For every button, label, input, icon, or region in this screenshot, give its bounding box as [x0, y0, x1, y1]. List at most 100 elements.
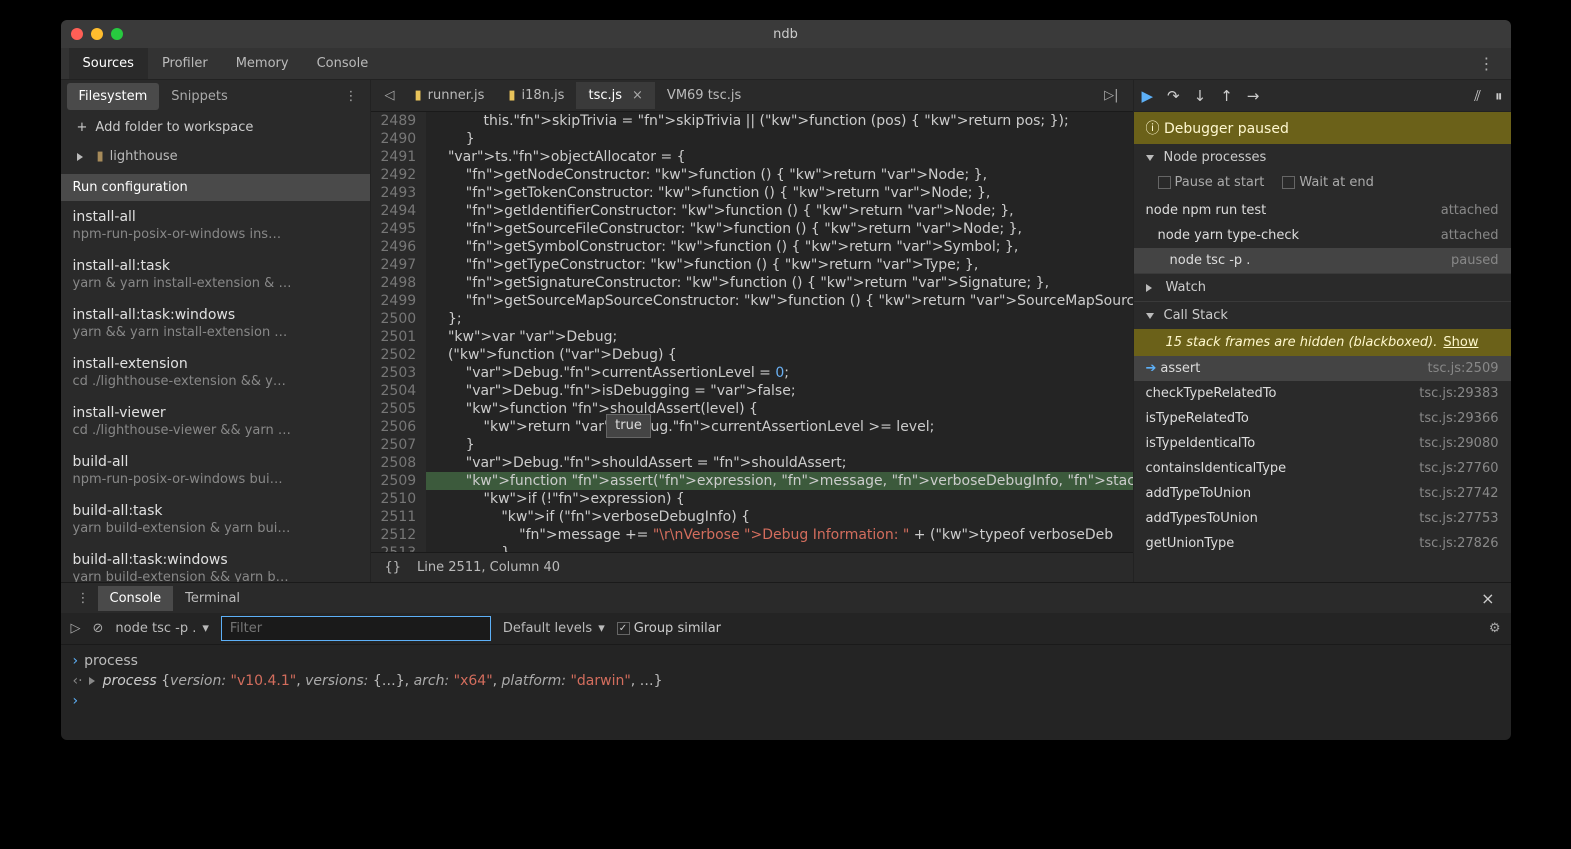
tab-console[interactable]: Console	[98, 586, 174, 611]
folder-tree-item[interactable]: ▮ lighthouse	[61, 143, 370, 170]
call-stack-header[interactable]: Call Stack	[1134, 302, 1511, 329]
file-tab-label: i18n.js	[522, 88, 565, 103]
debugger-paused-banner: ⓘ Debugger paused	[1134, 112, 1511, 144]
stack-frame[interactable]: isTypeRelatedTotsc.js:29366	[1134, 406, 1511, 431]
frame-location: tsc.js:27753	[1419, 511, 1498, 526]
pause-on-exceptions-icon[interactable]: ⏸	[1495, 87, 1503, 105]
tab-profiler[interactable]: Profiler	[148, 48, 222, 79]
step-over-icon[interactable]: ↷	[1167, 87, 1180, 105]
clear-console-icon[interactable]: ⊘	[93, 621, 104, 636]
folder-icon: ▮	[97, 149, 104, 164]
chevron-right-icon	[77, 153, 87, 161]
debug-value-tooltip: true	[606, 414, 651, 438]
process-label: node npm run test	[1146, 203, 1267, 218]
more-tabs-icon[interactable]: ▷|	[1096, 84, 1126, 107]
line-number-gutter: 2489249024912492249324942495249624972498…	[371, 112, 427, 552]
deactivate-breakpoints-icon[interactable]: ⫽	[1474, 87, 1481, 105]
file-tab[interactable]: VM69 tsc.js	[655, 82, 753, 109]
process-item[interactable]: node npm run testattached	[1134, 198, 1511, 223]
console-settings-icon[interactable]: ⚙	[1489, 621, 1501, 636]
frame-location: tsc.js:27742	[1419, 486, 1498, 501]
kebab-menu[interactable]: ⋮	[1471, 50, 1503, 77]
console-output[interactable]: ›process ‹·process {version: "v10.4.1", …	[61, 645, 1511, 740]
task-item[interactable]: build-allnpm-run-posix-or-windows bui…	[61, 446, 370, 495]
task-item[interactable]: install-allnpm-run-posix-or-windows ins…	[61, 201, 370, 250]
process-item[interactable]: node yarn type-checkattached	[1134, 223, 1511, 248]
editor-status-bar: {} Line 2511, Column 40	[371, 552, 1133, 582]
add-folder-label: Add folder to workspace	[95, 120, 253, 135]
stack-frame[interactable]: addTypesToUniontsc.js:27753	[1134, 506, 1511, 531]
show-frames-link[interactable]: Show	[1443, 335, 1478, 350]
context-selector[interactable]: node tsc -p . ▾	[115, 621, 208, 636]
window-close[interactable]	[71, 28, 83, 40]
tab-sources[interactable]: Sources	[69, 48, 148, 79]
code-content[interactable]: this."fn">skipTrivia = "fn">skipTrivia |…	[426, 112, 1132, 552]
window-minimize[interactable]	[91, 28, 103, 40]
format-braces-icon[interactable]: {}	[385, 560, 402, 575]
subtab-filesystem[interactable]: Filesystem	[67, 83, 160, 110]
frame-function: assert	[1160, 361, 1200, 376]
stack-frame[interactable]: containsIdenticalTypetsc.js:27760	[1134, 456, 1511, 481]
file-tab[interactable]: tsc.js×	[576, 82, 654, 109]
top-tab-bar: Sources Profiler Memory Console ⋮	[61, 48, 1511, 80]
execution-context-icon[interactable]: ▷	[71, 621, 81, 636]
stack-frame[interactable]: addTypeToUnion tsc.js:27742	[1134, 481, 1511, 506]
log-levels-selector[interactable]: Default levels ▾	[503, 621, 605, 636]
task-name: build-all:task	[73, 503, 358, 519]
task-list: install-allnpm-run-posix-or-windows ins……	[61, 201, 370, 582]
nav-back-icon[interactable]: ◁	[377, 84, 403, 107]
stack-frame[interactable]: checkTypeRelatedTotsc.js:29383	[1134, 381, 1511, 406]
stack-frame[interactable]: ➔asserttsc.js:2509	[1134, 356, 1511, 381]
process-item[interactable]: node tsc -p .paused	[1134, 248, 1511, 273]
tab-memory[interactable]: Memory	[222, 48, 303, 79]
debugger-panel: ▶ ↷ ↓ ↑ → ⫽ ⏸ ⓘ Debugger paused Node pro…	[1133, 80, 1511, 582]
step-into-icon[interactable]: ↓	[1194, 87, 1207, 105]
stack-frame[interactable]: isTypeIdenticalTotsc.js:29080	[1134, 431, 1511, 456]
close-drawer-icon[interactable]: ×	[1473, 585, 1502, 612]
folder-name: lighthouse	[110, 149, 178, 164]
stack-frame[interactable]: getUnionTypetsc.js:27826	[1134, 531, 1511, 556]
task-item[interactable]: build-all:task:windowsyarn build-extensi…	[61, 544, 370, 582]
step-icon[interactable]: →	[1247, 87, 1260, 105]
pause-at-start-checkbox[interactable]: Pause at start	[1158, 175, 1265, 190]
step-out-icon[interactable]: ↑	[1220, 87, 1233, 105]
filter-input[interactable]	[221, 616, 491, 641]
task-item[interactable]: build-all:taskyarn build-extension & yar…	[61, 495, 370, 544]
task-name: install-viewer	[73, 405, 358, 421]
task-cmd: yarn && yarn install-extension …	[73, 325, 358, 340]
process-label: node tsc -p .	[1170, 253, 1251, 268]
node-processes-header[interactable]: Node processes	[1134, 144, 1511, 171]
task-item[interactable]: install-extensioncd ./lighthouse-extensi…	[61, 348, 370, 397]
drawer-kebab-menu[interactable]: ⋮	[69, 587, 98, 610]
window-maximize[interactable]	[111, 28, 123, 40]
task-item[interactable]: install-all:task yarn & yarn install-exte…	[61, 250, 370, 299]
left-kebab-menu[interactable]: ⋮	[339, 85, 364, 108]
add-folder-button[interactable]: + Add folder to workspace	[61, 112, 370, 143]
task-cmd: yarn & yarn install-extension & …	[73, 276, 358, 291]
task-cmd: cd ./lighthouse-viewer && yarn …	[73, 423, 358, 438]
tab-console[interactable]: Console	[303, 48, 383, 79]
paused-text: Debugger paused	[1164, 121, 1289, 137]
file-tab[interactable]: ▮runner.js	[403, 82, 497, 109]
wait-at-end-checkbox[interactable]: Wait at end	[1282, 175, 1374, 190]
frame-function: addTypeToUnion	[1146, 486, 1252, 501]
file-tab[interactable]: ▮ i18n.js	[496, 82, 576, 109]
task-name: install-all:task	[73, 258, 358, 274]
section-label: Watch	[1166, 280, 1206, 295]
resume-icon[interactable]: ▶	[1142, 87, 1154, 105]
expand-object-icon[interactable]	[89, 677, 99, 685]
section-label: Call Stack	[1164, 308, 1228, 323]
task-item[interactable]: install-all:task:windowsyarn && yarn ins…	[61, 299, 370, 348]
js-file-icon: ▮	[508, 88, 515, 103]
task-name: install-all	[73, 209, 358, 225]
tab-terminal[interactable]: Terminal	[173, 586, 252, 611]
watch-header[interactable]: Watch	[1134, 274, 1511, 301]
subtab-snippets[interactable]: Snippets	[159, 83, 239, 110]
task-item[interactable]: install-viewer cd ./lighthouse-viewer && …	[61, 397, 370, 446]
frame-function: containsIdenticalType	[1146, 461, 1287, 476]
checkbox-label: Pause at start	[1175, 175, 1265, 190]
close-tab-icon[interactable]: ×	[632, 88, 643, 103]
task-cmd: cd ./lighthouse-extension && y…	[73, 374, 358, 389]
group-similar-checkbox[interactable]: Group similar	[617, 621, 721, 636]
file-tab-label: runner.js	[428, 88, 485, 103]
